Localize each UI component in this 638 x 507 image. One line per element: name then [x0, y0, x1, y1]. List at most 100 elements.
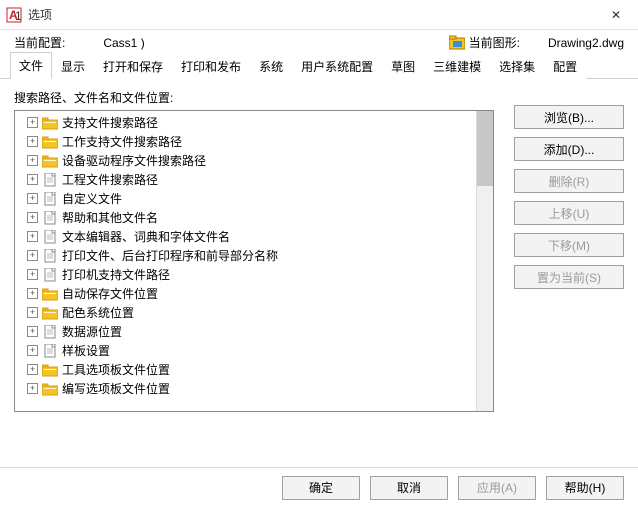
tree-node-label: 打印文件、后台打印程序和前导部分名称 — [62, 247, 278, 264]
tree-node[interactable]: + 文本编辑器、词典和字体文件名 — [19, 227, 493, 246]
side-button-2[interactable]: 删除(R) — [514, 169, 624, 193]
tab-1[interactable]: 显示 — [52, 53, 94, 79]
file-icon — [42, 173, 58, 187]
close-icon: ✕ — [611, 8, 621, 22]
folder-icon — [42, 287, 58, 301]
tab-3[interactable]: 打印和发布 — [172, 53, 250, 79]
tree-node[interactable]: + 自动保存文件位置 — [19, 284, 493, 303]
app-icon: A10 — [6, 7, 22, 23]
file-icon — [42, 325, 58, 339]
tree-node[interactable]: + 工具选项板文件位置 — [19, 360, 493, 379]
dialog-footer: 确定 取消 应用(A) 帮助(H) — [0, 467, 638, 507]
tab-9[interactable]: 配置 — [544, 53, 586, 79]
tree-node-label: 支持文件搜索路径 — [62, 114, 158, 131]
tab-6[interactable]: 草图 — [382, 53, 424, 79]
side-button-column: 浏览(B)... 添加(D)... 删除(R) 上移(U) 下移(M) 置为当前(S) — [514, 89, 624, 412]
tab-5[interactable]: 用户系统配置 — [292, 53, 382, 79]
expand-icon[interactable]: + — [27, 231, 38, 242]
file-icon — [42, 249, 58, 263]
expand-icon[interactable]: + — [27, 250, 38, 261]
file-icon — [42, 344, 58, 358]
page-files: 搜索路径、文件名和文件位置: + 支持文件搜索路径 + 工作支持文件搜索路径 + 设备驱动… — [0, 79, 638, 412]
tab-bar: 文件显示打开和保存打印和发布系统用户系统配置草图三维建模选择集配置 — [0, 55, 638, 79]
side-button-5[interactable]: 置为当前(S) — [514, 265, 624, 289]
expand-icon[interactable]: + — [27, 117, 38, 128]
tree-node[interactable]: + 打印机支持文件路径 — [19, 265, 493, 284]
tab-7[interactable]: 三维建模 — [424, 53, 490, 79]
tree-node-label: 工作支持文件搜索路径 — [62, 133, 182, 150]
expand-icon[interactable]: + — [27, 155, 38, 166]
tab-0[interactable]: 文件 — [10, 52, 52, 79]
file-icon — [42, 268, 58, 282]
folder-icon — [42, 135, 58, 149]
file-icon — [42, 192, 58, 206]
file-icon — [42, 211, 58, 225]
expand-icon[interactable]: + — [27, 345, 38, 356]
expand-icon[interactable]: + — [27, 193, 38, 204]
tab-8[interactable]: 选择集 — [490, 53, 544, 79]
expand-icon[interactable]: + — [27, 174, 38, 185]
ok-button[interactable]: 确定 — [282, 476, 360, 500]
tree-node[interactable]: + 配色系统位置 — [19, 303, 493, 322]
profile-label: 当前配置: — [14, 34, 65, 51]
scrollbar[interactable] — [476, 111, 493, 411]
svg-text:10: 10 — [15, 9, 22, 23]
help-button[interactable]: 帮助(H) — [546, 476, 624, 500]
tree-node-label: 设备驱动程序文件搜索路径 — [62, 152, 206, 169]
tree-node[interactable]: + 数据源位置 — [19, 322, 493, 341]
section-label: 搜索路径、文件名和文件位置: — [14, 89, 494, 106]
expand-icon[interactable]: + — [27, 136, 38, 147]
tree-node-label: 文本编辑器、词典和字体文件名 — [62, 228, 230, 245]
expand-icon[interactable]: + — [27, 288, 38, 299]
drawing-value: Drawing2.dwg — [548, 36, 624, 50]
tree-node-label: 自定义文件 — [62, 190, 122, 207]
side-button-1[interactable]: 添加(D)... — [514, 137, 624, 161]
tree-node[interactable]: + 设备驱动程序文件搜索路径 — [19, 151, 493, 170]
tree-node-label: 编写选项板文件位置 — [62, 380, 170, 397]
drawing-label: 当前图形: — [469, 34, 520, 51]
tree-node[interactable]: + 样板设置 — [19, 341, 493, 360]
apply-button[interactable]: 应用(A) — [458, 476, 536, 500]
tree-node-label: 自动保存文件位置 — [62, 285, 158, 302]
tree-node[interactable]: + 支持文件搜索路径 — [19, 113, 493, 132]
titlebar: A10 选项 ✕ — [0, 0, 638, 30]
tab-2[interactable]: 打开和保存 — [94, 53, 172, 79]
info-row: 当前配置: Cass1 ) 当前图形: Drawing2.dwg — [0, 30, 638, 55]
expand-icon[interactable]: + — [27, 269, 38, 280]
close-button[interactable]: ✕ — [594, 0, 638, 30]
tree-node[interactable]: + 编写选项板文件位置 — [19, 379, 493, 398]
side-button-3[interactable]: 上移(U) — [514, 201, 624, 225]
folder-icon — [42, 306, 58, 320]
expand-icon[interactable]: + — [27, 212, 38, 223]
scrollbar-thumb[interactable] — [477, 111, 493, 186]
folder-icon — [42, 382, 58, 396]
tree-node-label: 打印机支持文件路径 — [62, 266, 170, 283]
tree-node-label: 工程文件搜索路径 — [62, 171, 158, 188]
tree-node-label: 工具选项板文件位置 — [62, 361, 170, 378]
tree-node-label: 数据源位置 — [62, 323, 122, 340]
side-button-4[interactable]: 下移(M) — [514, 233, 624, 257]
tree-node[interactable]: + 帮助和其他文件名 — [19, 208, 493, 227]
profile-value: Cass1 ) — [103, 36, 144, 50]
tree-node-label: 样板设置 — [62, 342, 110, 359]
tree-node-label: 配色系统位置 — [62, 304, 134, 321]
tab-4[interactable]: 系统 — [250, 53, 292, 79]
cancel-button[interactable]: 取消 — [370, 476, 448, 500]
expand-icon[interactable]: + — [27, 383, 38, 394]
tree-node[interactable]: + 工程文件搜索路径 — [19, 170, 493, 189]
tree-view[interactable]: + 支持文件搜索路径 + 工作支持文件搜索路径 + 设备驱动程序文件搜索路径 + 工程文件搜索… — [14, 110, 494, 412]
folder-icon — [42, 154, 58, 168]
expand-icon[interactable]: + — [27, 326, 38, 337]
side-button-0[interactable]: 浏览(B)... — [514, 105, 624, 129]
window-title: 选项 — [28, 6, 52, 23]
tree-node[interactable]: + 打印文件、后台打印程序和前导部分名称 — [19, 246, 493, 265]
tree-node[interactable]: + 自定义文件 — [19, 189, 493, 208]
tree-node[interactable]: + 工作支持文件搜索路径 — [19, 132, 493, 151]
folder-icon — [42, 116, 58, 130]
expand-icon[interactable]: + — [27, 364, 38, 375]
expand-icon[interactable]: + — [27, 307, 38, 318]
drawing-icon — [449, 35, 465, 51]
tree-node-label: 帮助和其他文件名 — [62, 209, 158, 226]
file-icon — [42, 230, 58, 244]
folder-icon — [42, 363, 58, 377]
